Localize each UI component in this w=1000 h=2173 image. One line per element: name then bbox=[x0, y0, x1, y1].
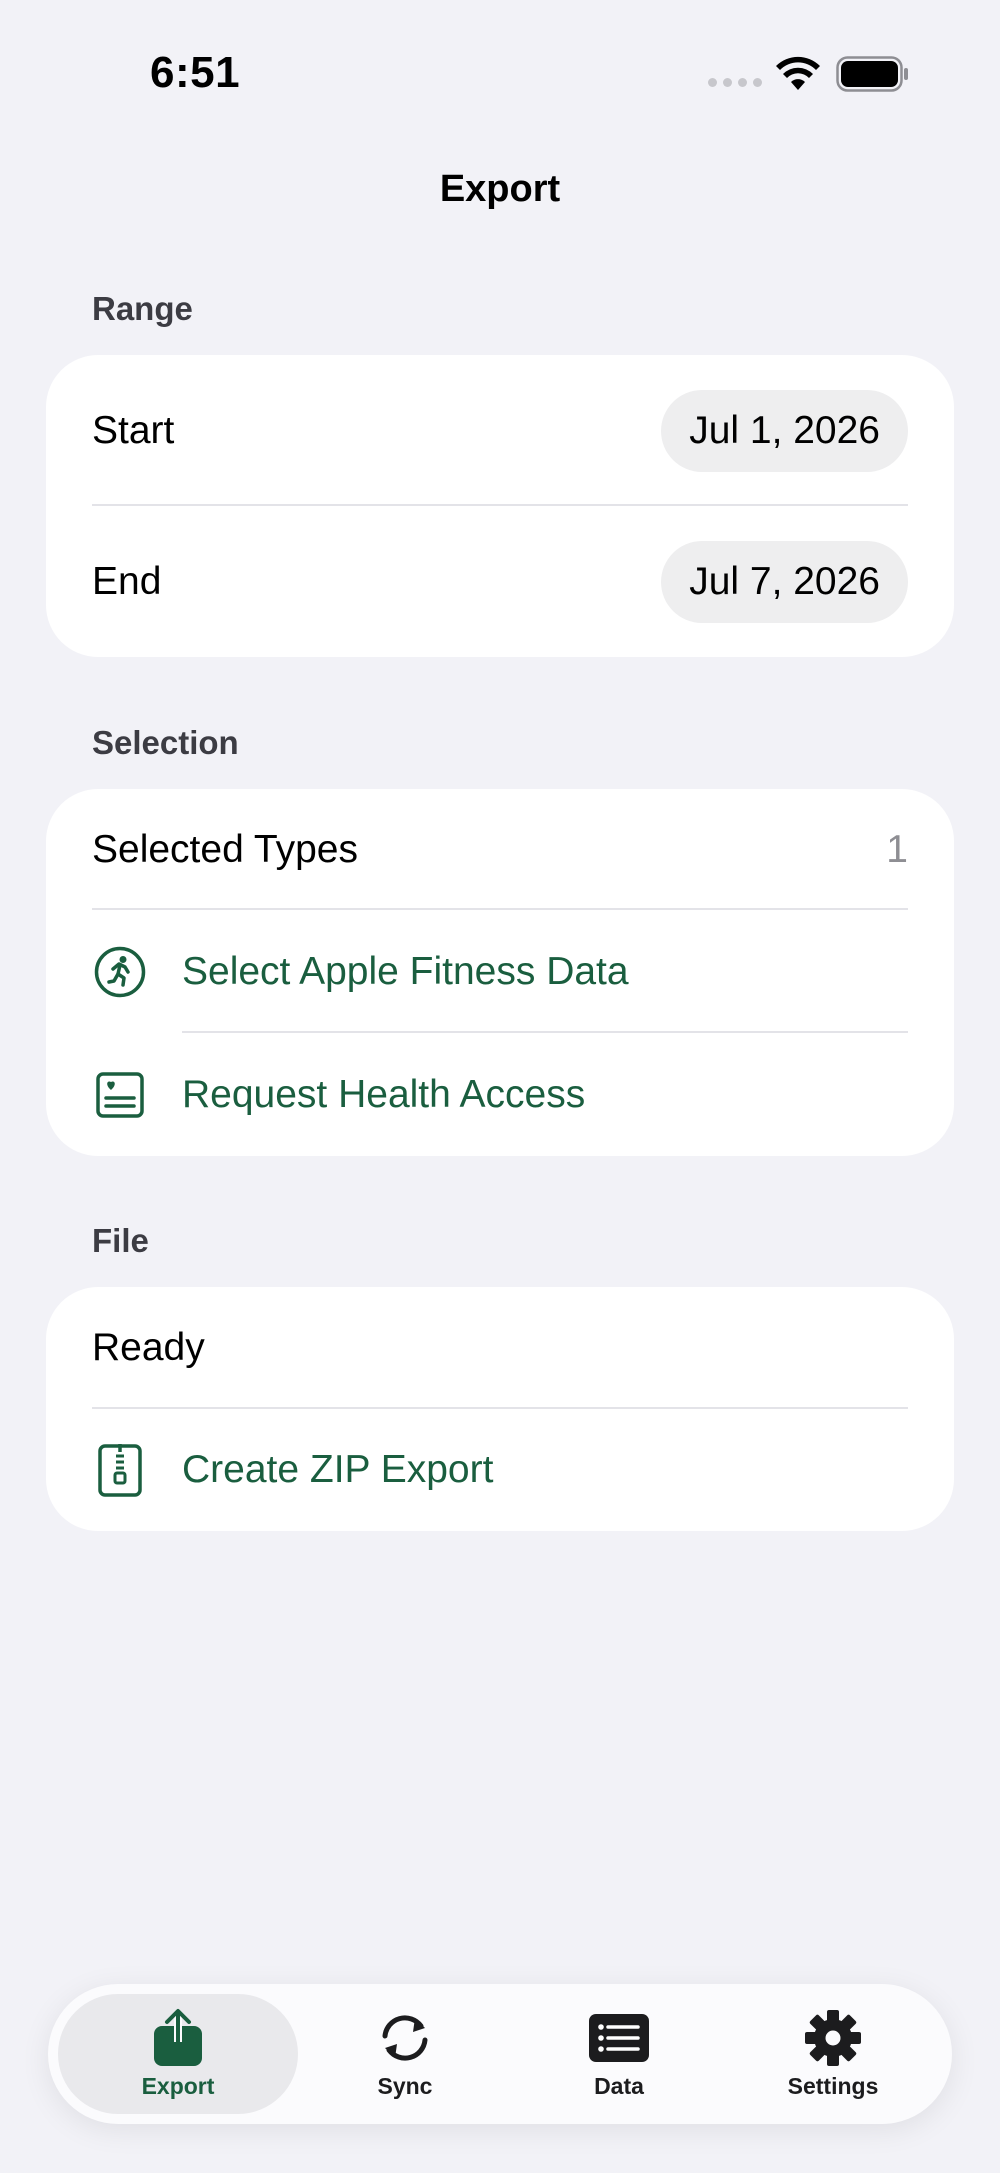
file-section-header: File bbox=[92, 1222, 149, 1259]
sync-icon bbox=[373, 2009, 437, 2067]
range-card: Start Jul 1, 2026 End Jul 7, 2026 bbox=[46, 355, 954, 657]
status-time: 6:51 bbox=[150, 48, 241, 97]
wifi-icon bbox=[776, 56, 820, 90]
tab-data[interactable]: Data bbox=[512, 1994, 726, 2114]
request-health-access-button[interactable]: Request Health Access bbox=[46, 1033, 954, 1156]
selected-types-label: Selected Types bbox=[92, 827, 358, 871]
end-label: End bbox=[92, 559, 162, 603]
start-label: Start bbox=[92, 408, 175, 452]
file-status-label: Ready bbox=[92, 1326, 205, 1369]
export-icon bbox=[146, 2008, 210, 2067]
zip-file-icon bbox=[92, 1442, 148, 1498]
selected-types-count: 1 bbox=[886, 827, 908, 871]
battery-icon bbox=[836, 56, 908, 92]
tab-sync-label: Sync bbox=[377, 2072, 433, 2099]
select-fitness-data-label: Select Apple Fitness Data bbox=[182, 949, 629, 993]
gear-icon bbox=[801, 2009, 865, 2067]
data-list-icon bbox=[587, 2009, 651, 2067]
start-date-row: Start Jul 1, 2026 bbox=[46, 355, 954, 506]
file-card: Ready Create ZIP Export bbox=[46, 1287, 954, 1531]
tab-settings-label: Settings bbox=[787, 2072, 879, 2099]
tab-settings[interactable]: Settings bbox=[726, 1994, 940, 2114]
file-status-row: Ready bbox=[46, 1287, 954, 1409]
selected-types-row: Selected Types 1 bbox=[46, 789, 954, 910]
end-date-picker[interactable]: Jul 7, 2026 bbox=[661, 540, 908, 623]
tab-sync[interactable]: Sync bbox=[298, 1994, 512, 2114]
select-fitness-data-button[interactable]: Select Apple Fitness Data bbox=[46, 910, 954, 1033]
end-date-row: End Jul 7, 2026 bbox=[46, 506, 954, 657]
tab-bar: Export Sync Data Settings bbox=[48, 1984, 952, 2124]
health-record-icon bbox=[92, 1067, 148, 1123]
page-title: Export bbox=[439, 168, 561, 210]
status-bar: 6:51 bbox=[0, 0, 1000, 130]
start-date-picker[interactable]: Jul 1, 2026 bbox=[661, 389, 908, 472]
range-section-header: Range bbox=[92, 290, 193, 327]
tab-export[interactable]: Export bbox=[58, 1994, 298, 2114]
create-zip-export-label: Create ZIP Export bbox=[182, 1448, 494, 1491]
selection-card: Selected Types 1 Select Apple Fitness Da… bbox=[46, 789, 954, 1156]
request-health-access-label: Request Health Access bbox=[182, 1072, 586, 1116]
fitness-running-icon bbox=[92, 944, 148, 1000]
tab-data-label: Data bbox=[594, 2072, 644, 2099]
create-zip-export-button[interactable]: Create ZIP Export bbox=[46, 1409, 954, 1531]
tab-export-label: Export bbox=[141, 2072, 215, 2099]
selection-section-header: Selection bbox=[92, 724, 239, 761]
cellular-signal-icon bbox=[708, 78, 762, 87]
